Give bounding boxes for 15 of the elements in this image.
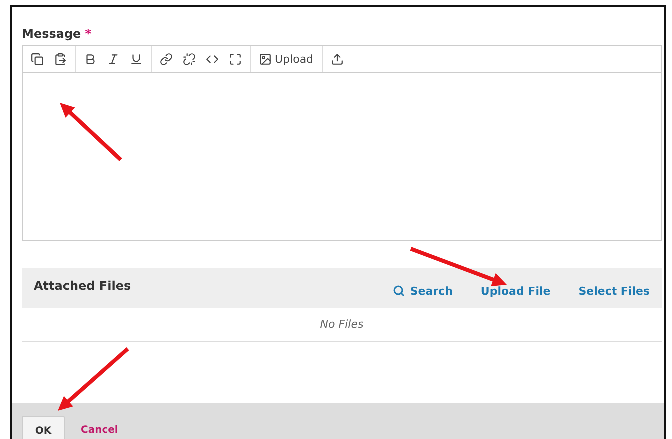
ok-button[interactable]: OK	[22, 416, 65, 439]
required-mark: *	[85, 27, 92, 41]
file-link[interactable]: Upload File	[480, 284, 551, 298]
message-editor[interactable]: Upload	[22, 45, 662, 241]
arrow-drawing	[60, 103, 122, 162]
arrow-drawing	[58, 348, 130, 411]
upload-image-button[interactable]: Upload	[255, 50, 318, 68]
field-label: Message	[22, 27, 82, 41]
search-icon	[393, 285, 406, 297]
search-link[interactable]: Search	[393, 284, 453, 298]
empty-message: No Files	[320, 318, 364, 331]
image-icon	[259, 52, 272, 66]
section-title: Attached Files	[34, 279, 132, 293]
cancel-link[interactable]: Cancel	[81, 416, 118, 439]
file-link[interactable]: Select Files	[578, 284, 650, 298]
